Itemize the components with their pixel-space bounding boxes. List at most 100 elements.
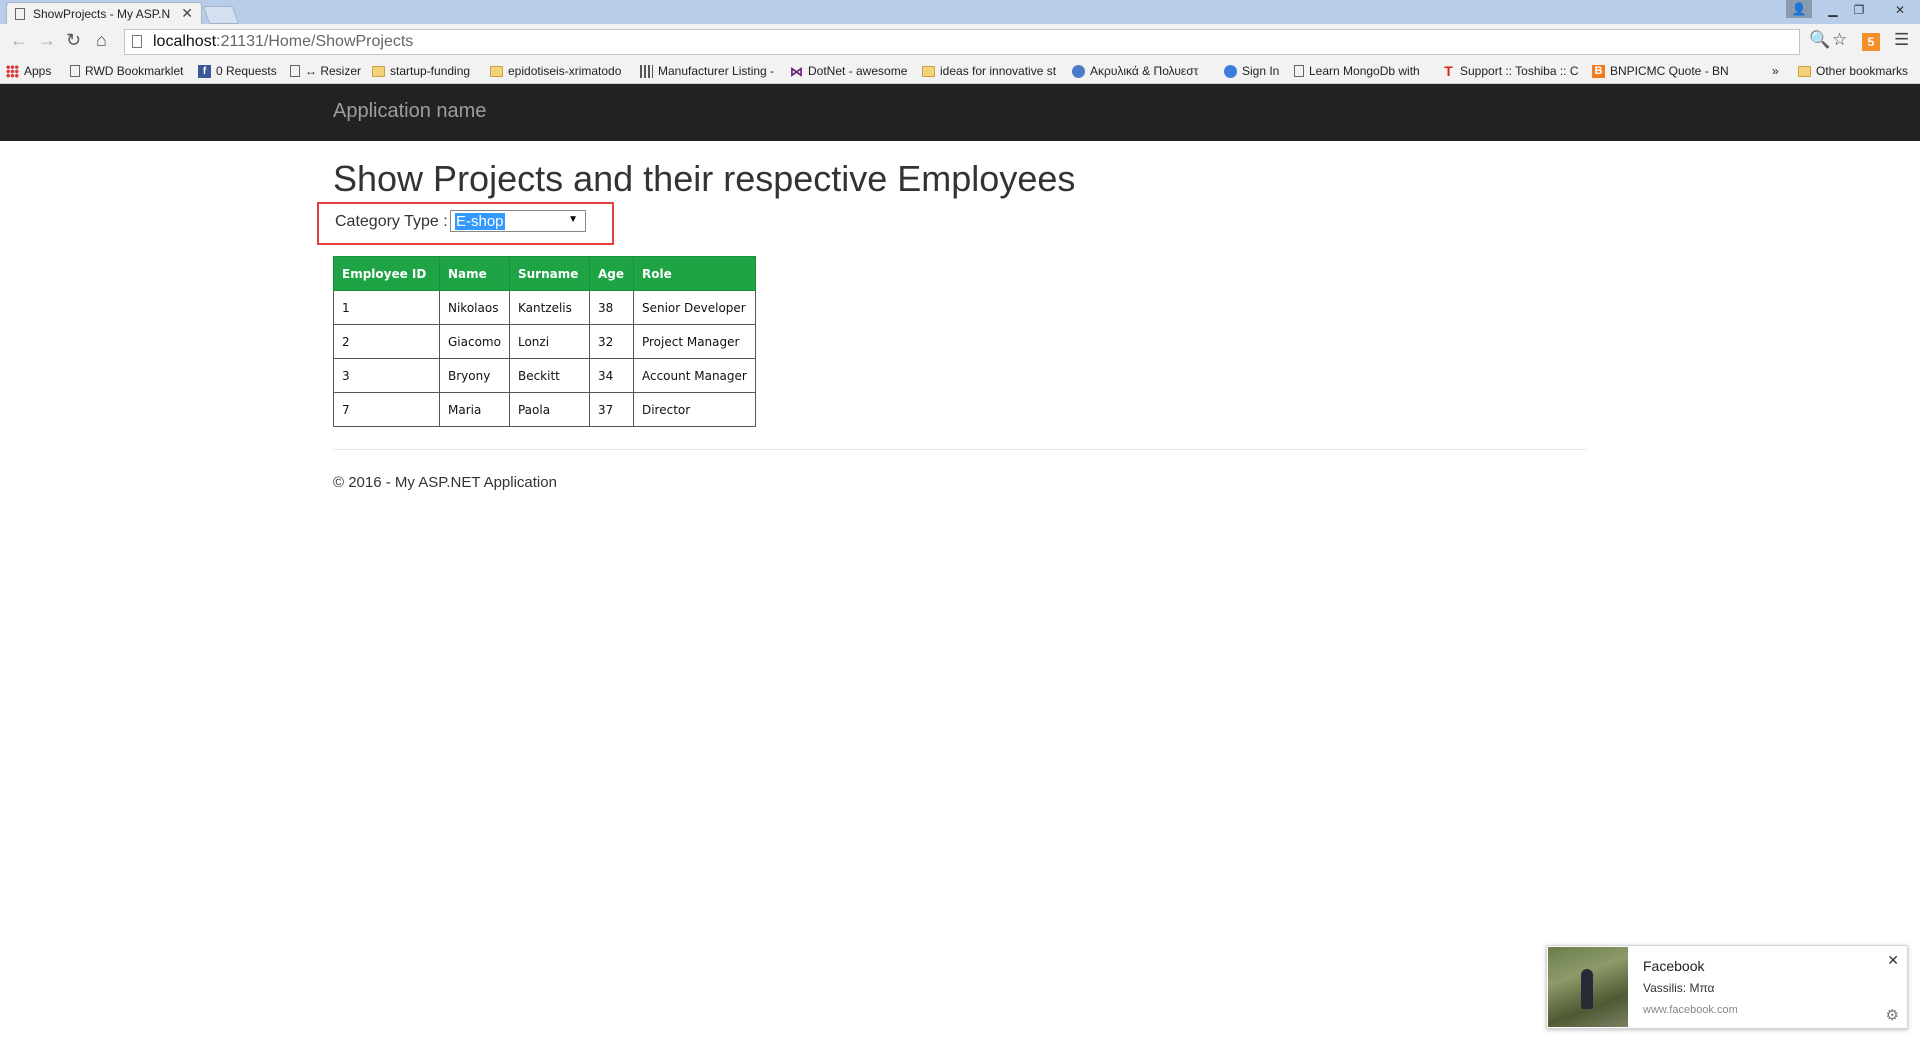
category-selected-value: E-shop	[455, 212, 505, 230]
bookmark-label: Ακρυλικά & Πολυεστ	[1090, 64, 1199, 78]
bookmark-label: Other bookmarks	[1816, 64, 1909, 78]
bookmark-bnpicmc[interactable]: B BNPICMC Quote - BN	[1592, 64, 1728, 78]
bookmark-ideas[interactable]: ideas for innovative st	[922, 64, 1058, 78]
bookmark-label: Sign In	[1242, 64, 1280, 78]
more-bookmarks-label: »	[1772, 64, 1779, 78]
bookmark-label: epidotiseis-xrimatodo	[508, 64, 622, 78]
bookmark-label: Apps	[24, 64, 52, 78]
bookmark-apps[interactable]: Apps	[6, 64, 51, 78]
column-header: Age	[588, 256, 634, 291]
bookmark-resizer[interactable]: ↔ Resizer	[290, 64, 361, 78]
bookmarks-bar: Apps RWD Bookmarklet f 0 Requests ↔ Resiz…	[0, 60, 1920, 84]
back-icon[interactable]: ←	[10, 30, 28, 51]
more-bookmarks-button[interactable]: »	[1772, 64, 1779, 78]
home-icon[interactable]: ⌂	[96, 30, 107, 51]
globe-icon	[1072, 64, 1085, 78]
close-icon[interactable]: ✕	[1887, 952, 1899, 969]
facebook-icon: f	[198, 64, 211, 78]
person-figure	[1581, 969, 1593, 1009]
bookmark-rwd[interactable]: RWD Bookmarklet	[70, 64, 183, 78]
cell-name: Nikolaos	[439, 290, 510, 325]
browser-tab[interactable]: ShowProjects - My ASP.N ✕	[6, 2, 202, 24]
cell-age: 37	[588, 392, 634, 427]
notification-source: www.facebook.com	[1643, 1004, 1738, 1016]
page-icon	[1294, 65, 1304, 77]
bookmark-manufacturer[interactable]: Manufacturer Listing -	[640, 64, 774, 78]
column-header: Role	[632, 256, 756, 291]
page-title: Show Projects and their respective Emplo…	[333, 158, 1076, 199]
address-path: :21131/Home/ShowProjects	[216, 33, 414, 50]
page-info-icon[interactable]	[132, 35, 142, 48]
bookmark-label: ideas for innovative st	[940, 64, 1057, 78]
cell-role: Project Manager	[632, 324, 756, 359]
tab-title: ShowProjects - My ASP.N	[33, 6, 171, 21]
category-select[interactable]: E-shop ▼	[450, 210, 586, 232]
bookmark-mongodb[interactable]: Learn MongoDb with	[1294, 64, 1426, 78]
cell-employee-id: 3	[333, 358, 440, 393]
dropdown-arrow-icon: ▼	[568, 214, 578, 225]
bookmark-epidotiseis[interactable]: epidotiseis-xrimatodo	[490, 64, 626, 78]
bookmark-label: Manufacturer Listing -	[658, 64, 774, 78]
restore-icon[interactable]: ❐	[1846, 0, 1872, 20]
site-navbar	[0, 84, 1920, 141]
page-icon	[70, 65, 80, 77]
bookmark-akrylika[interactable]: Ακρυλικά & Πολυεστ	[1072, 64, 1208, 78]
forward-icon[interactable]: →	[38, 30, 56, 51]
table-header-row: Employee ID Name Surname Age Role	[333, 256, 756, 291]
cell-surname: Lonzi	[508, 324, 590, 359]
gear-icon[interactable]: ⚙	[1886, 1006, 1899, 1024]
cell-role: Senior Developer	[632, 290, 756, 325]
bookmark-signin[interactable]: Sign In	[1224, 64, 1279, 78]
table-row: 3 Bryony Beckitt 34 Account Manager	[333, 358, 756, 393]
brand-link[interactable]: Application name	[333, 100, 486, 123]
category-label: Category Type :	[335, 213, 448, 230]
cell-name: Bryony	[439, 358, 510, 393]
bookmark-label: Support :: Toshiba :: C	[1460, 64, 1578, 78]
cell-name: Maria	[439, 392, 510, 427]
column-header: Surname	[508, 256, 590, 291]
notification-body: Vassilis: Μπα	[1643, 981, 1715, 995]
bookmark-requests[interactable]: f 0 Requests	[198, 64, 277, 78]
close-window-icon[interactable]: ✕	[1880, 0, 1920, 20]
extension-icon[interactable]: 5	[1862, 33, 1880, 51]
bookmark-startup-funding[interactable]: startup-funding	[372, 64, 470, 78]
facebook-notification[interactable]: Facebook Vassilis: Μπα www.facebook.com …	[1546, 945, 1908, 1029]
page-icon	[290, 65, 300, 77]
column-header: Name	[439, 256, 510, 291]
folder-icon	[1798, 65, 1811, 77]
close-tab-icon[interactable]: ✕	[181, 5, 193, 22]
cell-role: Director	[632, 392, 756, 427]
table-row: 1 Nikolaos Kantzelis 38 Senior Developer	[333, 290, 756, 325]
reload-icon[interactable]: ↻	[66, 30, 81, 51]
user-profile-icon[interactable]: 👤	[1786, 0, 1812, 18]
cell-surname: Beckitt	[508, 358, 590, 393]
folder-icon	[490, 65, 503, 77]
folder-icon	[922, 65, 935, 77]
notification-thumbnail	[1548, 947, 1628, 1027]
bookmark-toshiba[interactable]: T Support :: Toshiba :: C	[1442, 64, 1578, 78]
bookmark-star-icon[interactable]: ☆	[1832, 30, 1847, 50]
column-header: Employee ID	[333, 256, 440, 291]
cell-surname: Kantzelis	[508, 290, 590, 325]
table-row: 2 Giacomo Lonzi 32 Project Manager	[333, 324, 756, 359]
grid-icon	[640, 64, 653, 78]
minimize-icon[interactable]: ▁	[1820, 0, 1846, 20]
signin-icon	[1224, 64, 1237, 78]
folder-icon	[372, 65, 385, 77]
notification-title: Facebook	[1643, 958, 1705, 974]
address-host: localhost	[153, 33, 217, 50]
new-tab-button[interactable]	[202, 6, 240, 24]
page-icon	[15, 7, 25, 20]
bookmark-dotnet[interactable]: ⋈ DotNet - awesome	[790, 64, 907, 78]
address-bar[interactable]: localhost:21131/Home/ShowProjects	[124, 29, 1800, 55]
chrome-menu-icon[interactable]: ☰	[1894, 30, 1909, 50]
zoom-icon[interactable]: 🔍	[1809, 30, 1830, 50]
other-bookmarks[interactable]: Other bookmarks	[1798, 64, 1908, 78]
browser-titlebar: ShowProjects - My ASP.N ✕ 👤 ▁ ❐ ✕	[0, 0, 1920, 24]
cell-role: Account Manager	[632, 358, 756, 393]
visual-studio-icon: ⋈	[790, 64, 803, 78]
bookmark-label: Learn MongoDb with	[1309, 64, 1420, 78]
cell-employee-id: 1	[333, 290, 440, 325]
bookmark-label: ↔ Resizer	[305, 64, 362, 78]
bookmark-label: BNPICMC Quote - BN	[1610, 64, 1728, 78]
